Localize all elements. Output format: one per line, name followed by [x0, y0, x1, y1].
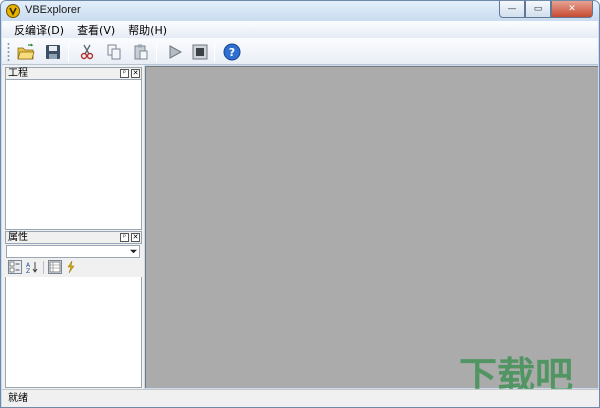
copy-button[interactable]	[103, 41, 125, 63]
close-icon: ✕	[568, 4, 576, 14]
save-icon	[46, 45, 60, 59]
toolbar: ?	[2, 38, 598, 65]
menu-view[interactable]: 查看(V)	[77, 22, 115, 38]
properties-panel-header[interactable]: 属性 ᵖ ✕	[5, 231, 142, 244]
project-panel-header[interactable]: 工程 ᵖ ✕	[5, 67, 142, 80]
window-title: VBExplorer	[25, 4, 81, 16]
close-button[interactable]: ✕	[551, 1, 593, 18]
menu-help[interactable]: 帮助(H)	[128, 22, 167, 38]
pin-icon: ᵖ	[123, 69, 126, 77]
title-bar[interactable]: VBExplorer — ▭ ✕	[1, 1, 599, 21]
svg-text:?: ?	[229, 46, 235, 59]
properties-toolbar-separator	[43, 261, 44, 274]
stop-icon	[192, 44, 208, 60]
help-button[interactable]: ?	[221, 41, 243, 63]
project-tree[interactable]	[5, 80, 142, 230]
open-folder-icon	[17, 43, 35, 60]
open-button[interactable]	[15, 41, 37, 63]
maximize-button[interactable]: ▭	[525, 1, 551, 18]
pin-icon: ᵖ	[123, 233, 126, 241]
properties-panel-title: 属性	[8, 232, 28, 243]
properties-panel-close-button[interactable]: ✕	[131, 233, 140, 242]
status-bar: 就绪	[2, 389, 599, 407]
main-window: VBExplorer — ▭ ✕ 反编译(D) 查看(V) 帮助(H) ? 工程…	[0, 0, 600, 408]
menu-bar: 反编译(D) 查看(V) 帮助(H)	[2, 21, 598, 38]
paste-icon	[134, 44, 148, 60]
categorized-icon	[9, 261, 20, 273]
properties-toolbar: A Z	[6, 259, 140, 276]
paste-button[interactable]	[130, 41, 152, 63]
help-icon: ?	[223, 43, 241, 61]
svg-text:Z: Z	[26, 268, 30, 273]
project-panel-pin-button[interactable]: ᵖ	[120, 69, 129, 78]
properties-panel-pin-button[interactable]: ᵖ	[120, 233, 129, 242]
minimize-icon: —	[507, 4, 517, 14]
events-view-button[interactable]	[64, 260, 78, 274]
save-button[interactable]	[42, 41, 64, 63]
close-icon: ✕	[132, 69, 139, 77]
cut-button[interactable]	[76, 41, 98, 63]
run-icon	[169, 45, 183, 59]
run-button[interactable]	[164, 41, 186, 63]
menu-decompile[interactable]: 反编译(D)	[14, 22, 64, 38]
app-icon[interactable]	[6, 4, 20, 18]
project-panel-title: 工程	[8, 68, 28, 79]
copy-icon	[107, 44, 121, 60]
events-icon	[67, 261, 75, 273]
toolbar-separator	[156, 42, 157, 62]
properties-view-button[interactable]	[48, 260, 62, 274]
toolbar-separator	[68, 42, 69, 62]
properties-icon	[49, 261, 61, 273]
chevron-down-icon[interactable]	[128, 246, 139, 257]
status-text: 就绪	[8, 393, 28, 404]
cut-icon	[80, 44, 94, 60]
categorized-button[interactable]	[8, 260, 22, 274]
maximize-icon: ▭	[533, 4, 543, 14]
stop-button[interactable]	[189, 41, 211, 63]
toolbar-separator	[214, 42, 215, 62]
project-panel-close-button[interactable]: ✕	[131, 69, 140, 78]
close-icon: ✕	[132, 233, 139, 241]
properties-grid[interactable]	[5, 277, 142, 388]
alphabetical-icon: A Z	[26, 262, 38, 273]
alphabetical-button[interactable]: A Z	[25, 260, 39, 274]
object-select[interactable]	[6, 245, 140, 258]
mdi-client-area[interactable]	[145, 66, 598, 388]
minimize-button[interactable]: —	[499, 1, 525, 18]
toolbar-grip[interactable]	[7, 42, 10, 62]
